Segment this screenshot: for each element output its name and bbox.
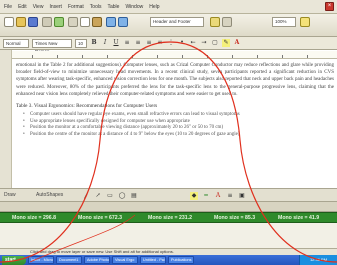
taskbar-item[interactable]: Inbox - Microsoft xyxy=(28,256,54,264)
table-icon[interactable] xyxy=(210,17,220,27)
taskbar-item[interactable]: Document1 xyxy=(56,256,82,264)
menu-file[interactable]: File xyxy=(4,4,12,10)
autoshapes-menu[interactable]: AutoShapes xyxy=(36,192,63,198)
underline-icon[interactable]: U xyxy=(112,39,120,47)
table-heading: Table 3. Visual Ergonomics: Recommendati… xyxy=(16,103,158,110)
align-center-icon[interactable]: ≡ xyxy=(134,39,142,47)
start-button[interactable]: start xyxy=(2,255,26,265)
font-size-select[interactable]: 10 xyxy=(75,38,87,48)
line-tool-icon[interactable]: ╱ xyxy=(82,192,90,200)
drawing-toolbar: Draw AutoShapes ╱ ↗ ▭ ◯ ▤ ◆ ━ A ≡ ▣ xyxy=(0,188,337,202)
redo-icon[interactable] xyxy=(118,17,128,27)
menu-format[interactable]: Format xyxy=(68,4,84,10)
menu-bar: File Edit View Insert Format Tools Table… xyxy=(0,0,337,14)
align-right-icon[interactable]: ≡ xyxy=(145,39,153,47)
zoom-select[interactable]: 100% xyxy=(272,17,296,27)
taskbar-item[interactable]: Visual Ergo xyxy=(112,256,138,264)
fill-color-icon[interactable]: ◆ xyxy=(190,192,198,200)
font-color-draw-icon[interactable]: A xyxy=(214,192,222,200)
menu-insert[interactable]: Insert xyxy=(49,4,62,10)
menu-table[interactable]: Table xyxy=(107,4,119,10)
font-select[interactable]: Times New Roman xyxy=(32,38,72,54)
taskbar-item[interactable]: Publications xyxy=(168,256,194,264)
save-icon[interactable] xyxy=(28,17,38,27)
print-icon[interactable] xyxy=(42,17,52,27)
copy-icon[interactable] xyxy=(80,17,90,27)
oval-tool-icon[interactable]: ◯ xyxy=(118,192,126,200)
align-left-icon[interactable]: ≡ xyxy=(123,39,131,47)
status-bar: Click and drag to move layer or save new… xyxy=(0,248,337,255)
paste-icon[interactable] xyxy=(92,17,102,27)
standard-toolbar: Header and Footer 100% xyxy=(0,14,337,37)
highlight-icon[interactable]: ✎ xyxy=(222,39,230,47)
shadow-icon[interactable]: ▣ xyxy=(238,192,246,200)
undo-icon[interactable] xyxy=(106,17,116,27)
measurement-strip: Mono size = 296.8 Mono size = 672.3 Mono… xyxy=(0,212,337,223)
cut-icon[interactable] xyxy=(68,17,78,27)
italic-icon[interactable]: I xyxy=(101,39,109,47)
menu-window[interactable]: Window xyxy=(125,4,143,10)
taskbar-item[interactable]: Untitled - Paint xyxy=(140,256,166,264)
body-paragraph: emotional in the Table 2 for additional … xyxy=(16,63,334,97)
decrease-indent-icon[interactable]: ⇤ xyxy=(189,39,197,47)
list-item: Computer users should have regular eye e… xyxy=(23,112,334,119)
open-folder-icon[interactable] xyxy=(16,17,26,27)
taskbar: start Inbox - Microsoft Document1 Adobe … xyxy=(0,255,337,265)
spellcheck-icon[interactable] xyxy=(54,17,64,27)
line-style-icon[interactable]: ≡ xyxy=(226,192,234,200)
style-select[interactable]: Normal xyxy=(3,38,29,48)
horizontal-ruler[interactable] xyxy=(12,51,337,59)
new-document-icon[interactable] xyxy=(4,17,14,27)
rectangle-tool-icon[interactable]: ▭ xyxy=(106,192,114,200)
formatting-toolbar: Normal Times New Roman 10 B I U ≡ ≡ ≡ ≡ … xyxy=(0,37,337,54)
increase-indent-icon[interactable]: ⇥ xyxy=(200,39,208,47)
line-color-icon[interactable]: ━ xyxy=(202,192,210,200)
menu-help[interactable]: Help xyxy=(149,4,159,10)
columns-icon[interactable] xyxy=(222,17,232,27)
bold-icon[interactable]: B xyxy=(90,39,98,47)
image-panel-header xyxy=(0,202,337,212)
textbox-tool-icon[interactable]: ▤ xyxy=(130,192,138,200)
font-color-icon[interactable]: A xyxy=(233,39,241,47)
bullets-icon[interactable]: • xyxy=(178,39,186,47)
list-item: Position the centre of the monitor at a … xyxy=(23,132,334,139)
draw-menu[interactable]: Draw xyxy=(4,192,16,198)
list-item: Use appropriate lenses specifically desi… xyxy=(23,119,334,126)
recommendation-list: Computer users should have regular eye e… xyxy=(16,112,334,138)
menu-tools[interactable]: Tools xyxy=(90,4,102,10)
taskbar-item[interactable]: Adobe Photo xyxy=(84,256,110,264)
close-icon[interactable]: × xyxy=(325,2,334,11)
help-icon[interactable] xyxy=(300,17,310,27)
border-icon[interactable]: ▢ xyxy=(211,39,219,47)
arrow-tool-icon[interactable]: ↗ xyxy=(94,192,102,200)
list-item: Position the monitor at a comfortable vi… xyxy=(23,125,334,132)
menu-view[interactable]: View xyxy=(33,4,44,10)
justify-icon[interactable]: ≡ xyxy=(156,39,164,47)
menu-edit[interactable]: Edit xyxy=(18,4,27,10)
header-footer-toolbar[interactable]: Header and Footer xyxy=(150,17,204,27)
lower-canvas[interactable] xyxy=(0,223,337,248)
system-clock: 12:36 PM xyxy=(299,255,337,265)
numbering-icon[interactable]: ⋮ xyxy=(167,39,175,47)
